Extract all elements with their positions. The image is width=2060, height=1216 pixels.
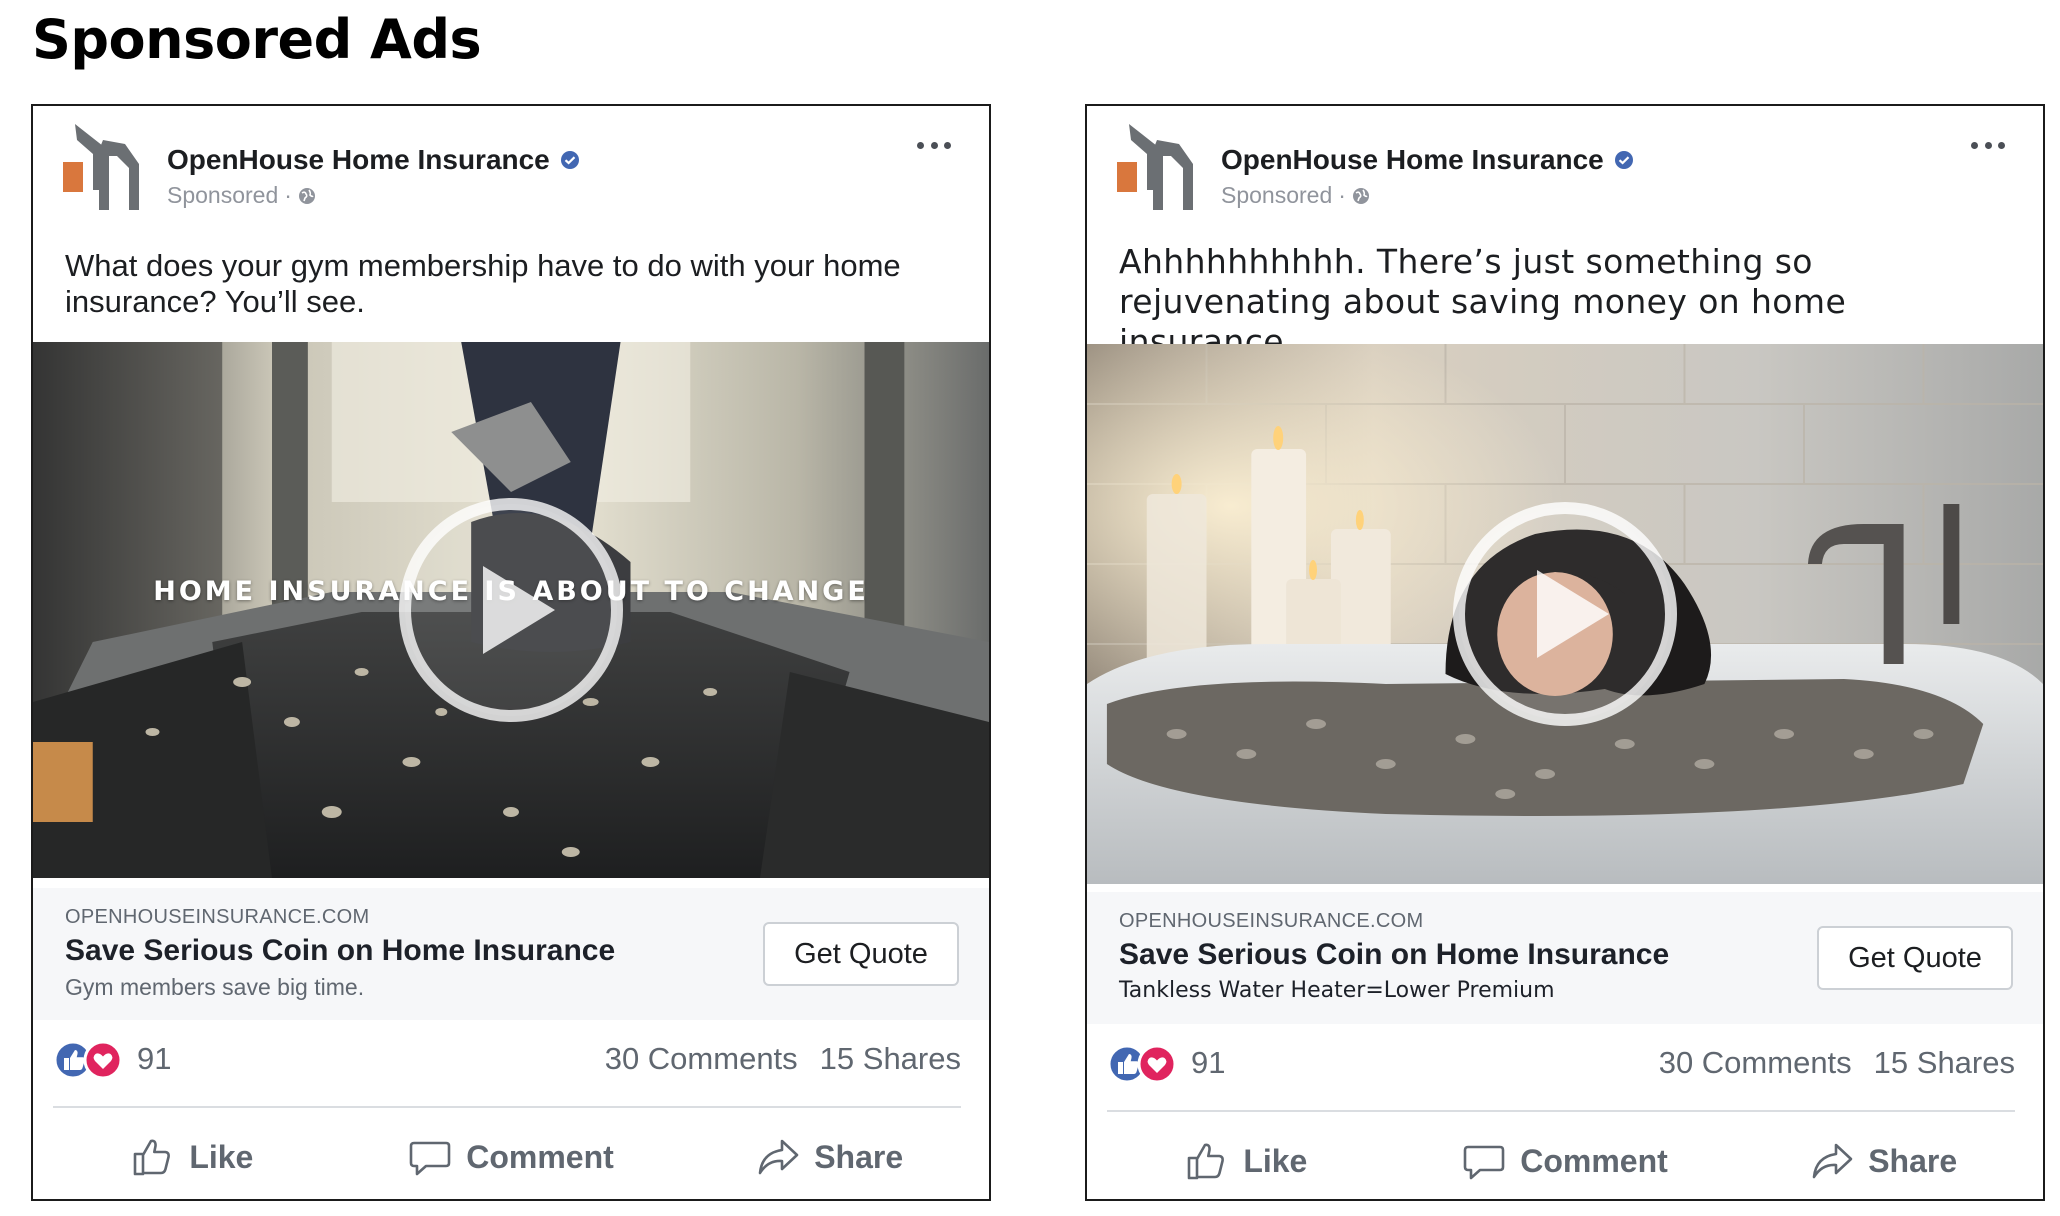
play-icon[interactable] xyxy=(1449,498,1681,730)
thumbs-up-icon xyxy=(134,1139,171,1176)
engagement-counts: 30 Comments 15 Shares xyxy=(605,1041,961,1077)
ad-card-gym: OpenHouse Home Insurance Sponsored · Wha… xyxy=(31,104,991,1201)
post-meta: Sponsored · xyxy=(1221,182,1370,209)
comment-bubble-icon xyxy=(409,1141,451,1176)
meta-separator: · xyxy=(1338,182,1346,208)
page-title: Sponsored Ads xyxy=(32,8,482,71)
get-quote-button[interactable]: Get Quote xyxy=(1817,926,2013,990)
reaction-count[interactable]: 91 xyxy=(137,1041,171,1077)
divider xyxy=(1107,1110,2015,1112)
comment-button[interactable]: Comment xyxy=(1406,1128,1725,1194)
verified-badge-icon xyxy=(560,151,579,169)
link-headline[interactable]: Save Serious Coin on Home Insurance xyxy=(65,934,615,968)
globe-icon xyxy=(1352,187,1369,204)
play-icon[interactable] xyxy=(395,494,627,726)
love-reaction-icon xyxy=(1137,1044,1177,1084)
ad-card-bath: OpenHouse Home Insurance Sponsored · Ahh… xyxy=(1085,104,2045,1201)
comment-button[interactable]: Comment xyxy=(352,1124,671,1190)
post-actions: Like Comment Share xyxy=(33,1124,989,1190)
more-options-icon[interactable] xyxy=(917,142,951,152)
link-domain: OPENHOUSEINSURANCE.COM xyxy=(65,906,370,928)
like-label: Like xyxy=(1243,1142,1308,1179)
share-label: Share xyxy=(1868,1142,1958,1179)
link-domain: OPENHOUSEINSURANCE.COM xyxy=(1119,910,1424,932)
reaction-count[interactable]: 91 xyxy=(1191,1045,1225,1081)
globe-icon xyxy=(298,187,315,204)
engagement-counts: 30 Comments 15 Shares xyxy=(1659,1045,2015,1081)
post-meta: Sponsored · xyxy=(167,182,316,209)
link-description: Gym members save big time. xyxy=(65,974,365,1000)
openhouse-logo-icon[interactable] xyxy=(63,124,145,210)
shares-count[interactable]: 15 Shares xyxy=(820,1041,961,1077)
page-name-label: OpenHouse Home Insurance xyxy=(167,144,550,175)
thumbs-up-icon xyxy=(1188,1143,1225,1180)
meta-separator: · xyxy=(284,182,292,208)
page-name[interactable]: OpenHouse Home Insurance xyxy=(167,144,580,176)
like-button[interactable]: Like xyxy=(33,1124,352,1190)
openhouse-logo-icon[interactable] xyxy=(1117,124,1199,210)
love-reaction-icon xyxy=(83,1040,123,1080)
sponsored-label[interactable]: Sponsored xyxy=(1221,182,1332,209)
share-label: Share xyxy=(814,1138,904,1175)
share-button[interactable]: Share xyxy=(1724,1128,2043,1194)
shares-count[interactable]: 15 Shares xyxy=(1874,1045,2015,1081)
link-headline[interactable]: Save Serious Coin on Home Insurance xyxy=(1119,938,1669,972)
reaction-icons[interactable] xyxy=(53,1038,131,1080)
link-preview[interactable]: OPENHOUSEINSURANCE.COM Save Serious Coin… xyxy=(1087,892,2043,1024)
page-name-label: OpenHouse Home Insurance xyxy=(1221,144,1604,175)
share-arrow-icon xyxy=(758,1139,799,1175)
comment-label: Comment xyxy=(1520,1142,1668,1179)
like-label: Like xyxy=(189,1138,254,1175)
link-preview[interactable]: OPENHOUSEINSURANCE.COM Save Serious Coin… xyxy=(33,888,989,1020)
comment-bubble-icon xyxy=(1463,1145,1505,1180)
post-text: What does your gym membership have to do… xyxy=(65,248,901,319)
reactions-summary: 91 30 Comments 15 Shares xyxy=(53,1036,961,1082)
verified-badge-icon xyxy=(1614,151,1633,169)
like-button[interactable]: Like xyxy=(1087,1128,1406,1194)
divider xyxy=(53,1106,961,1108)
video-player[interactable]: HOME INSURANCE IS ABOUT TO CHANGE xyxy=(33,342,989,878)
share-arrow-icon xyxy=(1812,1143,1853,1179)
comments-count[interactable]: 30 Comments xyxy=(605,1041,798,1077)
more-options-icon[interactable] xyxy=(1971,142,2005,152)
page-name[interactable]: OpenHouse Home Insurance xyxy=(1221,144,1634,176)
reaction-icons[interactable] xyxy=(1107,1042,1185,1084)
comment-label: Comment xyxy=(466,1138,614,1175)
link-description: Tankless Water Heater=Lower Premium xyxy=(1119,978,1555,1003)
reactions-summary: 91 30 Comments 15 Shares xyxy=(1107,1040,2015,1086)
get-quote-button[interactable]: Get Quote xyxy=(763,922,959,986)
comments-count[interactable]: 30 Comments xyxy=(1659,1045,1852,1081)
post-actions: Like Comment Share xyxy=(1087,1128,2043,1194)
sponsored-label[interactable]: Sponsored xyxy=(167,182,278,209)
share-button[interactable]: Share xyxy=(670,1124,989,1190)
video-player[interactable] xyxy=(1087,344,2043,884)
